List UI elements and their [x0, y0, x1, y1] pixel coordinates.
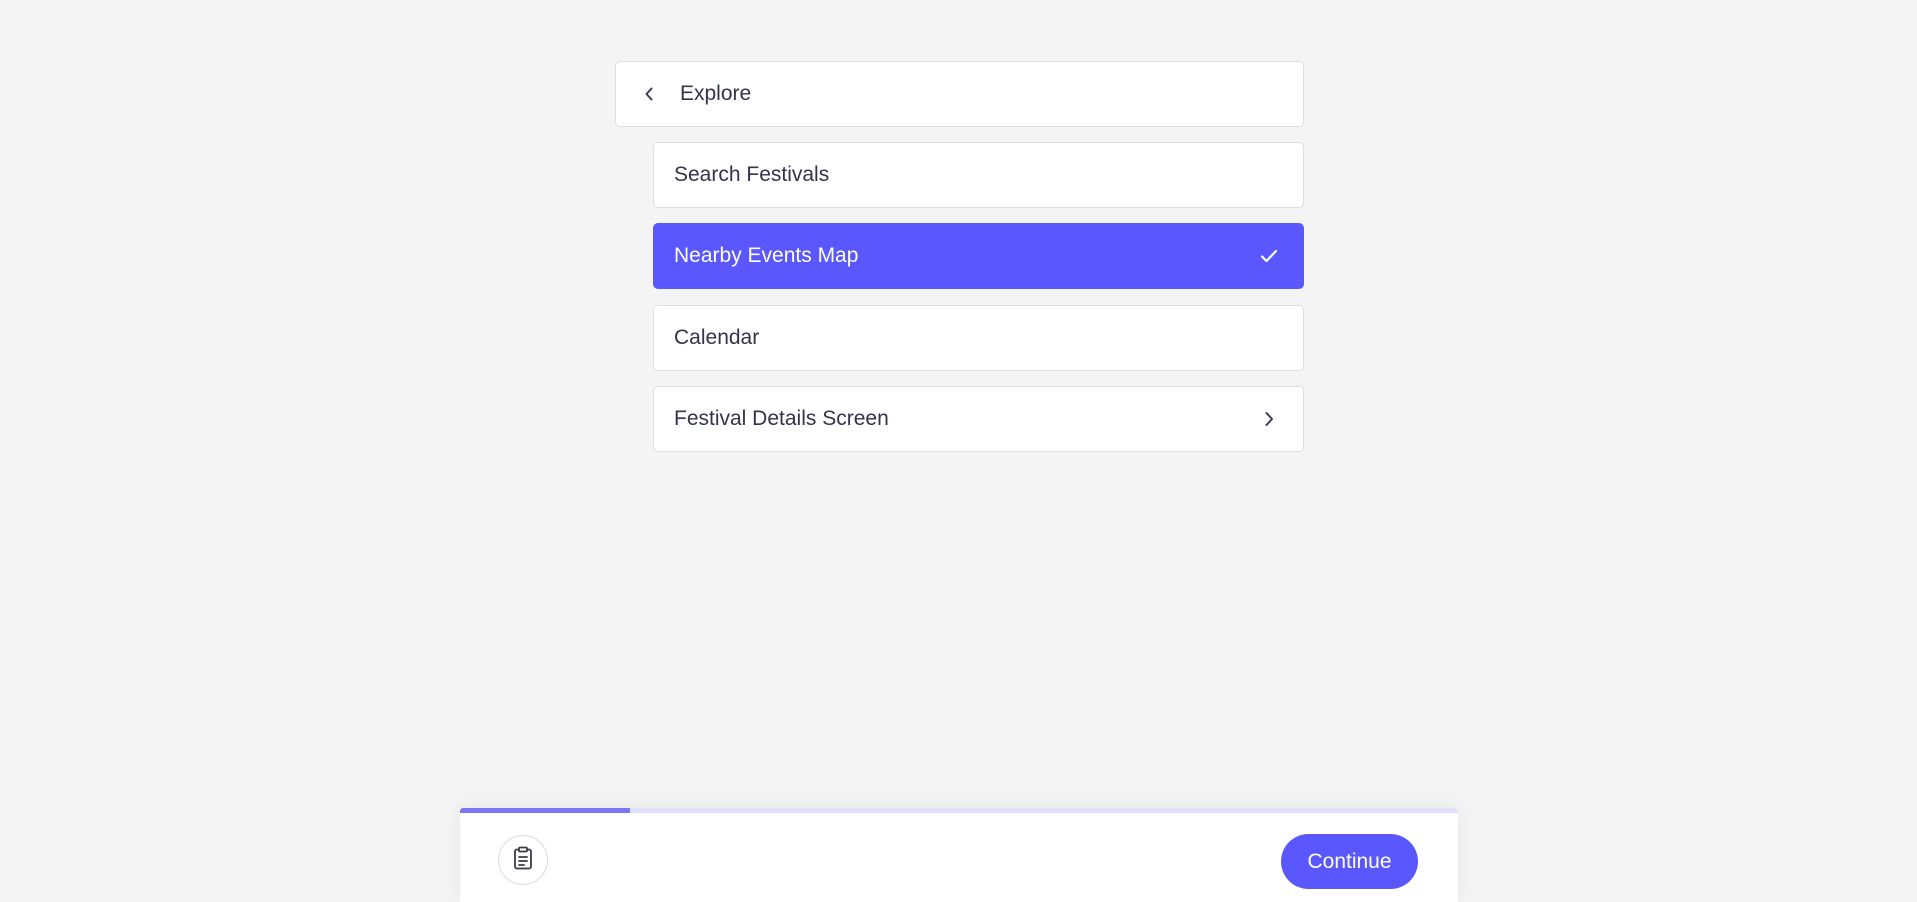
menu-item-festival-details-screen[interactable]: Festival Details Screen: [653, 386, 1304, 452]
progress-bar: [460, 808, 1458, 813]
footer-bar: Continue: [460, 808, 1458, 902]
notes-button[interactable]: [498, 835, 548, 885]
back-to-explore[interactable]: Explore: [615, 61, 1304, 127]
chevron-right-icon: [1259, 409, 1279, 429]
menu-item-label: Nearby Events Map: [674, 244, 859, 267]
page: Explore Search Festivals Nearby Events M…: [0, 0, 1917, 902]
progress-fill: [460, 808, 630, 813]
menu-item-label: Festival Details Screen: [674, 407, 889, 430]
menu-item-calendar[interactable]: Calendar: [653, 305, 1304, 371]
chevron-left-icon[interactable]: [642, 87, 656, 101]
menu-item-nearby-events-map[interactable]: Nearby Events Map: [653, 223, 1304, 289]
check-icon: [1259, 246, 1279, 266]
clipboard-icon: [512, 846, 534, 875]
continue-button[interactable]: Continue: [1281, 834, 1418, 889]
menu-item-search-festivals[interactable]: Search Festivals: [653, 142, 1304, 208]
menu-item-label: Calendar: [674, 326, 760, 349]
menu-item-label: Search Festivals: [674, 163, 830, 186]
section-title: Explore: [680, 82, 752, 105]
